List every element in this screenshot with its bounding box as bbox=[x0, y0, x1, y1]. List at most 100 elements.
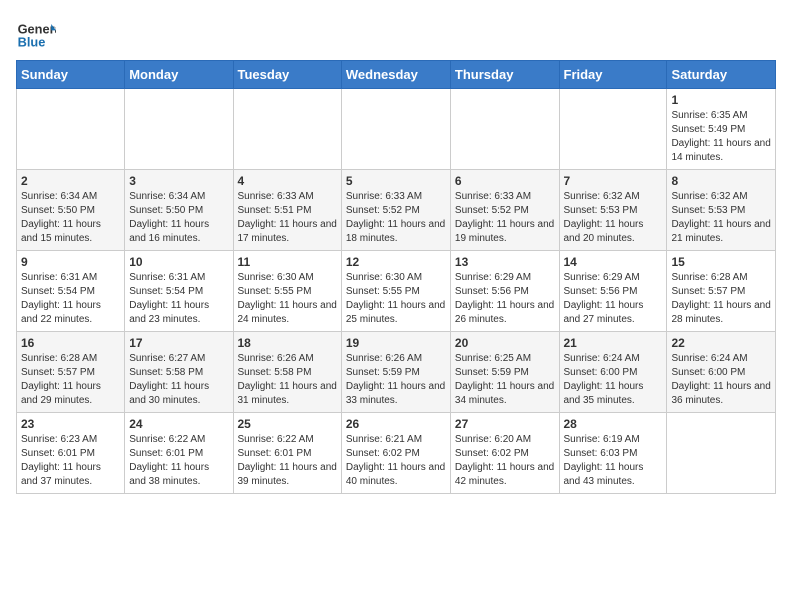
calendar-cell: 6 Sunrise: 6:33 AM Sunset: 5:52 PM Daylig… bbox=[450, 170, 559, 251]
calendar-cell bbox=[125, 89, 233, 170]
day-info: Sunrise: 6:34 AM Sunset: 5:50 PM Dayligh… bbox=[21, 190, 120, 246]
day-number: 10 bbox=[129, 255, 228, 269]
day-info: Sunrise: 6:19 AM Sunset: 6:03 PM Dayligh… bbox=[564, 433, 663, 489]
day-info: Sunrise: 6:26 AM Sunset: 5:58 PM Dayligh… bbox=[238, 352, 337, 408]
day-number: 6 bbox=[455, 174, 555, 188]
day-number: 16 bbox=[21, 336, 120, 350]
day-info: Sunrise: 6:25 AM Sunset: 5:59 PM Dayligh… bbox=[455, 352, 555, 408]
calendar-cell: 23 Sunrise: 6:23 AM Sunset: 6:01 PM Dayli… bbox=[17, 413, 125, 494]
calendar-cell: 18 Sunrise: 6:26 AM Sunset: 5:58 PM Dayli… bbox=[233, 332, 341, 413]
day-number: 20 bbox=[455, 336, 555, 350]
calendar-cell bbox=[559, 89, 667, 170]
day-number: 4 bbox=[238, 174, 337, 188]
calendar-cell: 28 Sunrise: 6:19 AM Sunset: 6:03 PM Dayli… bbox=[559, 413, 667, 494]
page-header: General Blue bbox=[16, 16, 776, 56]
day-number: 23 bbox=[21, 417, 120, 431]
day-number: 22 bbox=[671, 336, 771, 350]
calendar-cell: 26Sunrise: 6:21 AM Sunset: 6:02 PM Dayli… bbox=[341, 413, 450, 494]
calendar-week-row: 23 Sunrise: 6:23 AM Sunset: 6:01 PM Dayli… bbox=[17, 413, 776, 494]
weekday-header-sunday: Sunday bbox=[17, 61, 125, 89]
day-info: Sunrise: 6:30 AM Sunset: 5:55 PM Dayligh… bbox=[238, 271, 337, 327]
day-number: 24 bbox=[129, 417, 228, 431]
day-number: 1 bbox=[671, 93, 771, 107]
weekday-header-row: SundayMondayTuesdayWednesdayThursdayFrid… bbox=[17, 61, 776, 89]
day-info: Sunrise: 6:22 AM Sunset: 6:01 PM Dayligh… bbox=[129, 433, 228, 489]
calendar-cell: 14 Sunrise: 6:29 AM Sunset: 5:56 PM Dayli… bbox=[559, 251, 667, 332]
day-number: 12 bbox=[346, 255, 446, 269]
calendar-cell: 25 Sunrise: 6:22 AM Sunset: 6:01 PM Dayli… bbox=[233, 413, 341, 494]
calendar-cell: 9Sunrise: 6:31 AM Sunset: 5:54 PM Daylig… bbox=[17, 251, 125, 332]
calendar-cell: 1 Sunrise: 6:35 AM Sunset: 5:49 PM Daylig… bbox=[667, 89, 776, 170]
day-info: Sunrise: 6:23 AM Sunset: 6:01 PM Dayligh… bbox=[21, 433, 120, 489]
day-info: Sunrise: 6:24 AM Sunset: 6:00 PM Dayligh… bbox=[671, 352, 771, 408]
calendar-week-row: 2 Sunrise: 6:34 AM Sunset: 5:50 PM Daylig… bbox=[17, 170, 776, 251]
day-info: Sunrise: 6:21 AM Sunset: 6:02 PM Dayligh… bbox=[346, 433, 446, 489]
calendar-cell: 12 Sunrise: 6:30 AM Sunset: 5:55 PM Dayli… bbox=[341, 251, 450, 332]
calendar-cell: 20 Sunrise: 6:25 AM Sunset: 5:59 PM Dayli… bbox=[450, 332, 559, 413]
day-info: Sunrise: 6:32 AM Sunset: 5:53 PM Dayligh… bbox=[564, 190, 663, 246]
day-number: 18 bbox=[238, 336, 337, 350]
day-number: 11 bbox=[238, 255, 337, 269]
day-number: 17 bbox=[129, 336, 228, 350]
day-info: Sunrise: 6:33 AM Sunset: 5:52 PM Dayligh… bbox=[346, 190, 446, 246]
day-info: Sunrise: 6:33 AM Sunset: 5:51 PM Dayligh… bbox=[238, 190, 337, 246]
day-number: 3 bbox=[129, 174, 228, 188]
calendar-cell: 10 Sunrise: 6:31 AM Sunset: 5:54 PM Dayli… bbox=[125, 251, 233, 332]
day-info: Sunrise: 6:34 AM Sunset: 5:50 PM Dayligh… bbox=[129, 190, 228, 246]
day-info: Sunrise: 6:22 AM Sunset: 6:01 PM Dayligh… bbox=[238, 433, 337, 489]
weekday-header-wednesday: Wednesday bbox=[341, 61, 450, 89]
day-info: Sunrise: 6:28 AM Sunset: 5:57 PM Dayligh… bbox=[21, 352, 120, 408]
weekday-header-friday: Friday bbox=[559, 61, 667, 89]
day-info: Sunrise: 6:35 AM Sunset: 5:49 PM Dayligh… bbox=[671, 109, 771, 165]
calendar-cell bbox=[667, 413, 776, 494]
day-number: 14 bbox=[564, 255, 663, 269]
calendar-cell: 5 Sunrise: 6:33 AM Sunset: 5:52 PM Daylig… bbox=[341, 170, 450, 251]
calendar-cell: 24 Sunrise: 6:22 AM Sunset: 6:01 PM Dayli… bbox=[125, 413, 233, 494]
day-number: 9 bbox=[21, 255, 120, 269]
calendar-cell: 16 Sunrise: 6:28 AM Sunset: 5:57 PM Dayli… bbox=[17, 332, 125, 413]
day-number: 8 bbox=[671, 174, 771, 188]
calendar-week-row: 9 Sunrise: 6:31 AM Sunset: 5:54 PM Daylig… bbox=[17, 251, 776, 332]
calendar-cell: 15 Sunrise: 6:28 AM Sunset: 5:57 PM Dayli… bbox=[667, 251, 776, 332]
day-number: 19 bbox=[346, 336, 446, 350]
calendar-cell: 22 Sunrise: 6:24 AM Sunset: 6:00 PM Dayli… bbox=[667, 332, 776, 413]
day-info: Sunrise: 6:26 AM Sunset: 5:59 PM Dayligh… bbox=[346, 352, 446, 408]
day-number: 13 bbox=[455, 255, 555, 269]
calendar-cell: 8 Sunrise: 6:32 AM Sunset: 5:53 PM Daylig… bbox=[667, 170, 776, 251]
calendar-week-row: 1 Sunrise: 6:35 AM Sunset: 5:49 PM Daylig… bbox=[17, 89, 776, 170]
calendar-week-row: 16 Sunrise: 6:28 AM Sunset: 5:57 PM Dayli… bbox=[17, 332, 776, 413]
day-info: Sunrise: 6:24 AM Sunset: 6:00 PM Dayligh… bbox=[564, 352, 663, 408]
day-number: 21 bbox=[564, 336, 663, 350]
day-number: 28 bbox=[564, 417, 663, 431]
calendar-cell: 2 Sunrise: 6:34 AM Sunset: 5:50 PM Daylig… bbox=[17, 170, 125, 251]
calendar-cell bbox=[17, 89, 125, 170]
day-info: Sunrise: 6:33 AM Sunset: 5:52 PM Dayligh… bbox=[455, 190, 555, 246]
day-number: 5 bbox=[346, 174, 446, 188]
day-number: 25 bbox=[238, 417, 337, 431]
weekday-header-monday: Monday bbox=[125, 61, 233, 89]
day-info: Sunrise: 6:31 AM Sunset: 5:54 PM Dayligh… bbox=[129, 271, 228, 327]
calendar-cell: 4 Sunrise: 6:33 AM Sunset: 5:51 PM Daylig… bbox=[233, 170, 341, 251]
calendar-cell bbox=[341, 89, 450, 170]
calendar-cell: 17Sunrise: 6:27 AM Sunset: 5:58 PM Dayli… bbox=[125, 332, 233, 413]
day-info: Sunrise: 6:20 AM Sunset: 6:02 PM Dayligh… bbox=[455, 433, 555, 489]
calendar-table: SundayMondayTuesdayWednesdayThursdayFrid… bbox=[16, 60, 776, 494]
logo: General Blue bbox=[16, 16, 60, 56]
day-info: Sunrise: 6:32 AM Sunset: 5:53 PM Dayligh… bbox=[671, 190, 771, 246]
day-number: 2 bbox=[21, 174, 120, 188]
weekday-header-saturday: Saturday bbox=[667, 61, 776, 89]
weekday-header-tuesday: Tuesday bbox=[233, 61, 341, 89]
calendar-cell bbox=[233, 89, 341, 170]
day-info: Sunrise: 6:29 AM Sunset: 5:56 PM Dayligh… bbox=[455, 271, 555, 327]
day-info: Sunrise: 6:30 AM Sunset: 5:55 PM Dayligh… bbox=[346, 271, 446, 327]
calendar-cell: 3 Sunrise: 6:34 AM Sunset: 5:50 PM Daylig… bbox=[125, 170, 233, 251]
calendar-cell: 11 Sunrise: 6:30 AM Sunset: 5:55 PM Dayli… bbox=[233, 251, 341, 332]
calendar-cell bbox=[450, 89, 559, 170]
day-number: 27 bbox=[455, 417, 555, 431]
calendar-cell: 13 Sunrise: 6:29 AM Sunset: 5:56 PM Dayli… bbox=[450, 251, 559, 332]
calendar-cell: 19 Sunrise: 6:26 AM Sunset: 5:59 PM Dayli… bbox=[341, 332, 450, 413]
day-info: Sunrise: 6:29 AM Sunset: 5:56 PM Dayligh… bbox=[564, 271, 663, 327]
calendar-cell: 27 Sunrise: 6:20 AM Sunset: 6:02 PM Dayli… bbox=[450, 413, 559, 494]
day-number: 15 bbox=[671, 255, 771, 269]
day-info: Sunrise: 6:28 AM Sunset: 5:57 PM Dayligh… bbox=[671, 271, 771, 327]
